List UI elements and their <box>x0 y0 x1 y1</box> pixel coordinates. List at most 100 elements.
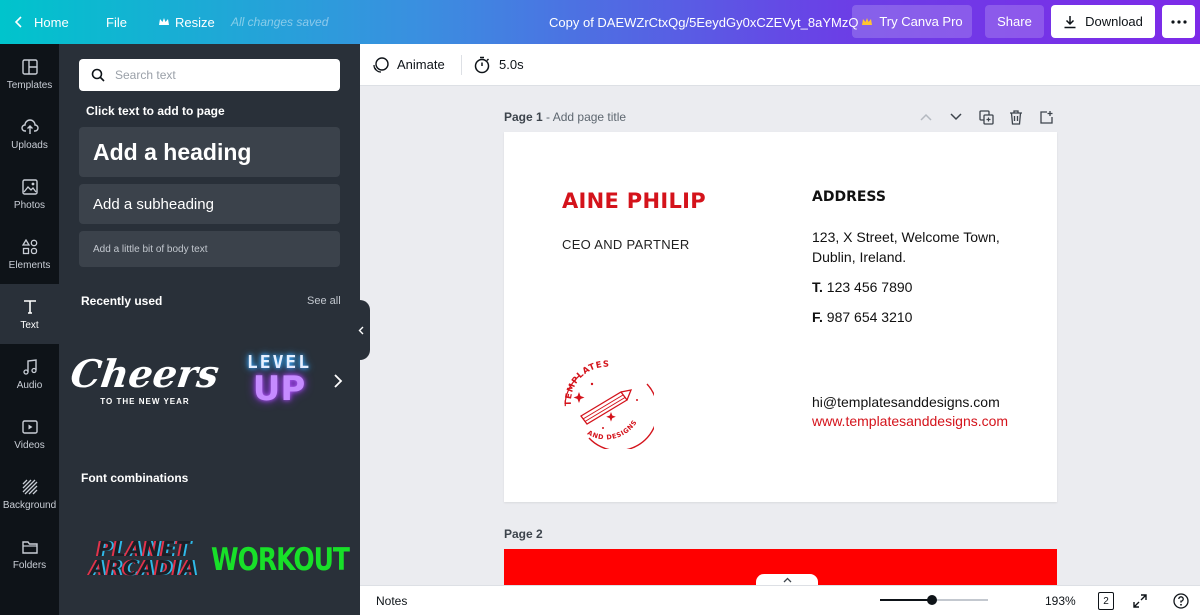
add-body-text-button[interactable]: Add a little bit of body text <box>79 231 340 267</box>
rail-item-elements[interactable]: Elements <box>0 224 59 284</box>
save-status: All changes saved <box>231 15 329 29</box>
rail-item-audio[interactable]: Audio <box>0 344 59 404</box>
recent-text-cheers[interactable]: Cheers TO THE NEW YEAR <box>68 340 222 420</box>
hatch-pattern-icon <box>21 478 39 496</box>
music-note-icon <box>21 358 39 376</box>
card-role[interactable]: CEO AND PARTNER <box>562 237 690 252</box>
rail-item-videos[interactable]: Videos <box>0 404 59 464</box>
rail-item-uploads[interactable]: Uploads <box>0 104 59 164</box>
more-dots-icon <box>1170 19 1187 24</box>
card-fax[interactable]: F. 987 654 3210 <box>812 309 912 325</box>
download-button[interactable]: Download <box>1051 5 1155 38</box>
move-page-up-button[interactable] <box>917 108 935 126</box>
pencil-icon <box>580 389 633 425</box>
expand-icon <box>1133 594 1147 608</box>
delete-page-button[interactable] <box>1007 108 1025 126</box>
try-pro-button[interactable]: Try Canva Pro <box>852 5 972 38</box>
duplicate-page-button[interactable] <box>977 108 995 126</box>
card-email[interactable]: hi@templatesanddesigns.com <box>812 394 1000 410</box>
download-label: Download <box>1085 14 1143 29</box>
home-button[interactable]: Home <box>14 0 69 44</box>
card-name[interactable]: AINE PHILIP <box>562 189 706 213</box>
search-input[interactable] <box>115 68 315 82</box>
editor-toolbar: Animate 5.0s <box>360 44 1200 86</box>
folder-icon <box>21 538 39 556</box>
recent-text-level-up[interactable]: LEVEL UP <box>229 344 329 416</box>
file-label: File <box>106 14 127 30</box>
fullscreen-button[interactable] <box>1131 592 1149 610</box>
page-2-title[interactable]: Page 2 <box>504 527 543 541</box>
collapse-panel-button[interactable] <box>352 300 370 360</box>
duration-label: 5.0s <box>499 57 524 72</box>
top-bar: Home File Resize All changes saved Copy … <box>0 0 1200 44</box>
card-address-heading[interactable]: ADDRESS <box>812 189 886 205</box>
rail-item-photos[interactable]: Photos <box>0 164 59 224</box>
rail-item-background[interactable]: Background <box>0 464 59 524</box>
recently-used-heading: Recently used <box>81 294 163 308</box>
move-page-down-button[interactable] <box>947 108 965 126</box>
resize-button[interactable]: Resize <box>158 0 215 44</box>
add-heading-button[interactable]: Add a heading <box>79 127 340 177</box>
click-text-label: Click text to add to page <box>86 104 225 118</box>
rail-label: Audio <box>16 379 43 391</box>
search-icon <box>91 68 105 82</box>
phone-number: 123 456 7890 <box>826 279 913 295</box>
chevron-left-icon <box>358 326 364 334</box>
combo-line: ARCADIA <box>90 556 198 580</box>
crown-icon <box>159 18 169 25</box>
add-page-title-placeholder: - Add page title <box>546 110 627 124</box>
timing-button[interactable]: 5.0s <box>473 56 524 74</box>
help-icon <box>1173 593 1189 609</box>
combo-line: WORKOUT <box>211 540 350 578</box>
page-1-title[interactable]: Page 1 - Add page title <box>504 110 626 124</box>
page-2-label: Page 2 <box>504 527 543 541</box>
share-button[interactable]: Share <box>985 5 1044 38</box>
company-logo[interactable]: TEMPLATES AND DESIGNS <box>559 354 654 449</box>
add-subheading-button[interactable]: Add a subheading <box>79 184 340 224</box>
rail-item-text[interactable]: Text <box>0 284 59 344</box>
chevron-up-icon <box>783 577 791 583</box>
see-all-link[interactable]: See all <box>307 295 341 307</box>
fax-prefix: F. <box>812 309 823 325</box>
notes-button[interactable]: Notes <box>376 594 407 608</box>
animate-button[interactable]: Animate <box>372 56 445 74</box>
trash-icon <box>1010 109 1022 125</box>
toolbar-divider <box>461 55 462 75</box>
rail-item-templates[interactable]: Templates <box>0 44 59 104</box>
rail-label: Photos <box>13 199 46 211</box>
rail-item-folders[interactable]: Folders <box>0 524 59 584</box>
add-page-icon <box>1039 110 1053 124</box>
card-website[interactable]: www.templatesanddesigns.com <box>812 413 1008 429</box>
resize-label: Resize <box>175 14 215 30</box>
more-options-button[interactable] <box>1162 5 1195 38</box>
file-menu-button[interactable]: File <box>106 0 127 44</box>
chevron-left-icon <box>14 16 22 28</box>
rail-label: Text <box>20 319 39 331</box>
text-style-subtitle: TO THE NEW YEAR <box>100 396 190 406</box>
card-phone[interactable]: T. 123 456 7890 <box>812 279 912 295</box>
fax-number: 987 654 3210 <box>826 309 913 325</box>
page-count-button[interactable]: 2 <box>1098 592 1114 610</box>
design-page-1[interactable]: AINE PHILIP CEO AND PARTNER ADDRESS 123,… <box>504 132 1057 502</box>
page-1-label: Page 1 <box>504 110 543 124</box>
dot-icon <box>636 399 638 401</box>
help-button[interactable] <box>1172 592 1190 610</box>
chevron-down-icon <box>950 113 962 121</box>
card-address[interactable]: 123, X Street, Welcome Town, Dublin, Ire… <box>812 227 1012 267</box>
add-page-button[interactable] <box>1037 108 1055 126</box>
document-title[interactable]: Copy of DAEWZrCtxQg/5EeydGy0xCZEVyt_8aYM… <box>549 0 858 44</box>
font-combo-workout[interactable]: WORKOUT <box>211 539 350 579</box>
search-box[interactable] <box>79 59 340 91</box>
chevron-right-icon[interactable] <box>331 372 345 390</box>
zoom-level[interactable]: 193% <box>1045 594 1076 608</box>
phone-prefix: T. <box>812 279 823 295</box>
image-icon <box>21 178 39 196</box>
text-style-title: Cheers <box>68 350 223 396</box>
side-nav-rail: Templates Uploads Photos Elements Text A… <box>0 44 59 615</box>
home-label: Home <box>34 14 69 30</box>
zoom-slider-thumb[interactable] <box>926 595 937 605</box>
zoom-slider[interactable] <box>880 595 988 605</box>
duplicate-icon <box>978 109 994 125</box>
text-style-subtitle: UP <box>252 369 306 409</box>
font-combo-planet-arcadia[interactable]: PLANET ARCADIA <box>89 534 199 584</box>
